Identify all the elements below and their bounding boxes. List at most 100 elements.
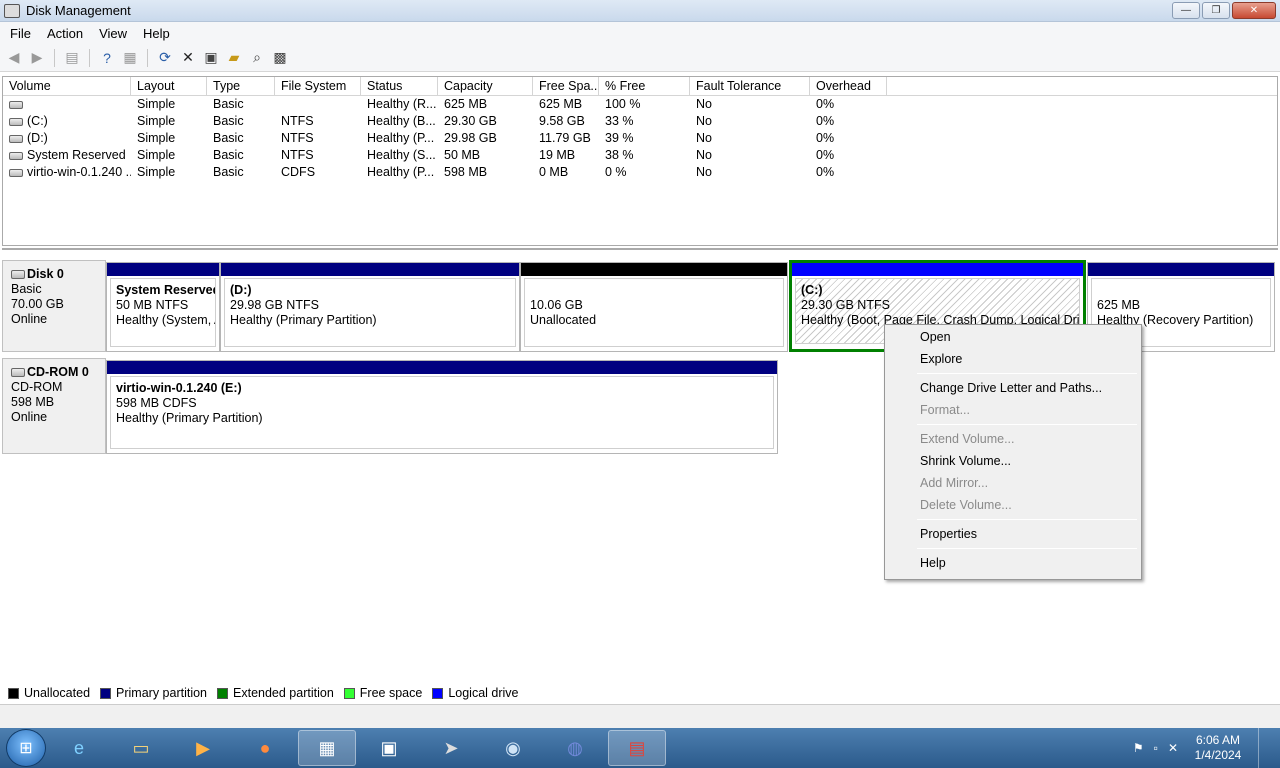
column-header-layout[interactable]: Layout [131, 77, 207, 95]
menu-format: Format... [920, 403, 971, 417]
unallocated-space[interactable]: 10.06 GB Unallocated [520, 262, 788, 352]
primary-partition-bar [221, 263, 519, 276]
close-button[interactable]: ✕ [1232, 2, 1276, 19]
primary-partition-bar [107, 263, 219, 276]
column-header-type[interactable]: Type [207, 77, 275, 95]
file-explorer-icon[interactable]: ▭ [112, 730, 170, 766]
control-panel-icon[interactable]: ▦ [298, 730, 356, 766]
properties-icon[interactable]: ▣ [201, 48, 221, 68]
volume-cell: (D:) [3, 130, 131, 147]
refresh-icon[interactable]: ⟳ [155, 48, 175, 68]
partition-size: 29.98 GB NTFS [230, 298, 319, 312]
partition-e-cdrom[interactable]: virtio-win-0.1.240 (E:) 598 MB CDFS Heal… [106, 360, 778, 454]
cdrom-0-label[interactable]: CD-ROM 0 CD-ROM 598 MB Online [2, 358, 106, 454]
percent-free-cell: 100 % [605, 97, 641, 111]
menu-explore[interactable]: Explore [887, 348, 1139, 370]
drive-icon [9, 151, 23, 160]
toolbar-separator [147, 48, 148, 67]
action-center-flag-icon[interactable]: ⚑ [1133, 741, 1144, 755]
partition-system-reserved[interactable]: System Reserved 50 MB NTFS Healthy (Syst… [106, 262, 220, 352]
volume-name: (D:) [27, 131, 48, 145]
menu-add-mirror: Add Mirror... [920, 476, 989, 490]
table-row[interactable]: Simple Basic Healthy (R... 625 MB 625 MB… [3, 96, 1277, 113]
disk-management-app-icon [4, 3, 20, 18]
capacity-cell: 50 MB [444, 148, 481, 162]
column-header-percent-free[interactable]: % Free [599, 77, 690, 95]
start-button[interactable]: ⊞ [6, 729, 46, 767]
primary-partition-bar [1088, 263, 1274, 276]
disk-size: 598 MB [11, 395, 55, 409]
firefox-icon[interactable]: ● [236, 730, 294, 766]
column-header-status[interactable]: Status [361, 77, 438, 95]
layout-cell: Simple [137, 97, 176, 111]
menu-view[interactable]: View [91, 26, 135, 41]
back-icon[interactable]: ◀ [4, 48, 24, 68]
partition-status: Healthy (Primary Partition) [230, 313, 377, 327]
layout-cell: Simple [137, 131, 176, 145]
menu-action[interactable]: Action [39, 26, 91, 41]
column-header-volume[interactable]: Volume [3, 77, 131, 95]
toolbox-icon[interactable]: ▤ [608, 730, 666, 766]
settings-icon[interactable]: ▩ [270, 48, 290, 68]
rocket-app-icon[interactable]: ➤ [422, 730, 480, 766]
volume-muted-icon[interactable]: ✕ [1168, 741, 1178, 755]
status-cell: Healthy (R... [367, 97, 437, 111]
free-space-cell: 11.79 GB [539, 131, 591, 145]
capacity-cell: 29.30 GB [444, 114, 497, 128]
help-icon[interactable]: ? [97, 48, 117, 68]
legend: Unallocated Primary partition Extended p… [2, 684, 1278, 702]
restore-button[interactable]: ❐ [1202, 2, 1230, 19]
column-header-fault-tolerance[interactable]: Fault Tolerance [690, 77, 810, 95]
column-header-free-space[interactable]: Free Spa... [533, 77, 599, 95]
legend-extended-partition: Extended partition [217, 686, 334, 700]
media-player-icon[interactable]: ▶ [174, 730, 232, 766]
clock[interactable]: 6:06 AM 1/4/2024 [1188, 733, 1248, 763]
clock-date: 1/4/2024 [1194, 748, 1242, 762]
column-header-overhead[interactable]: Overhead [810, 77, 887, 95]
menu-file[interactable]: File [2, 26, 39, 41]
open-icon[interactable]: ▰ [224, 48, 244, 68]
legend-label: Logical drive [448, 686, 519, 700]
menu-help[interactable]: Help [887, 552, 1139, 574]
percent-free-cell: 38 % [605, 148, 634, 162]
network-icon[interactable]: ▫ [1154, 741, 1158, 755]
forward-icon[interactable]: ▶ [27, 48, 47, 68]
menu-open[interactable]: Open [887, 326, 1139, 348]
context-menu: Open Explore Change Drive Letter and Pat… [884, 324, 1142, 580]
disk-state: Online [11, 312, 48, 326]
menu-change-drive-letter[interactable]: Change Drive Letter and Paths... [887, 377, 1139, 399]
properties-pane-icon[interactable]: ▦ [120, 48, 140, 68]
explore-icon[interactable]: ⌕ [247, 48, 267, 68]
table-row[interactable]: virtio-win-0.1.240 ... Simple Basic CDFS… [3, 164, 1277, 181]
disk-0-label[interactable]: Disk 0 Basic 70.00 GB Online [2, 260, 106, 352]
steam-icon[interactable]: ◉ [484, 730, 542, 766]
file-system-cell: NTFS [281, 148, 314, 162]
internet-explorer-icon[interactable]: e [50, 730, 108, 766]
legend-swatch [343, 687, 355, 699]
delete-icon[interactable]: ✕ [178, 48, 198, 68]
image-viewer-icon[interactable]: ▣ [360, 730, 418, 766]
capacity-cell: 29.98 GB [444, 131, 497, 145]
menu-properties[interactable]: Properties [887, 523, 1139, 545]
menu-shrink-volume[interactable]: Shrink Volume... [887, 450, 1139, 472]
menu-separator [917, 424, 1137, 425]
discord-icon[interactable]: ◍ [546, 730, 604, 766]
partition-status: Healthy (Primary Partition) [116, 411, 263, 425]
volume-cell: (C:) [3, 113, 131, 130]
menu-separator [917, 373, 1137, 374]
volume-list[interactable]: Volume Layout Type File System Status Ca… [2, 76, 1278, 246]
menu-help[interactable]: Help [135, 26, 178, 41]
console-tree-icon[interactable]: ▤ [62, 48, 82, 68]
show-desktop-button[interactable] [1258, 728, 1272, 768]
type-cell: Basic [213, 131, 244, 145]
table-row[interactable]: System Reserved Simple Basic NTFS Health… [3, 147, 1277, 164]
partition-d[interactable]: (D:) 29.98 GB NTFS Healthy (Primary Part… [220, 262, 520, 352]
column-header-file-system[interactable]: File System [275, 77, 361, 95]
table-row[interactable]: (C:) Simple Basic NTFS Healthy (B... 29.… [3, 113, 1277, 130]
minimize-button[interactable]: — [1172, 2, 1200, 19]
table-row[interactable]: (D:) Simple Basic NTFS Healthy (P... 29.… [3, 130, 1277, 147]
column-header-capacity[interactable]: Capacity [438, 77, 533, 95]
status-bar [0, 704, 1280, 728]
fault-tolerance-cell: No [696, 114, 712, 128]
partition-size: 10.06 GB [530, 298, 583, 312]
